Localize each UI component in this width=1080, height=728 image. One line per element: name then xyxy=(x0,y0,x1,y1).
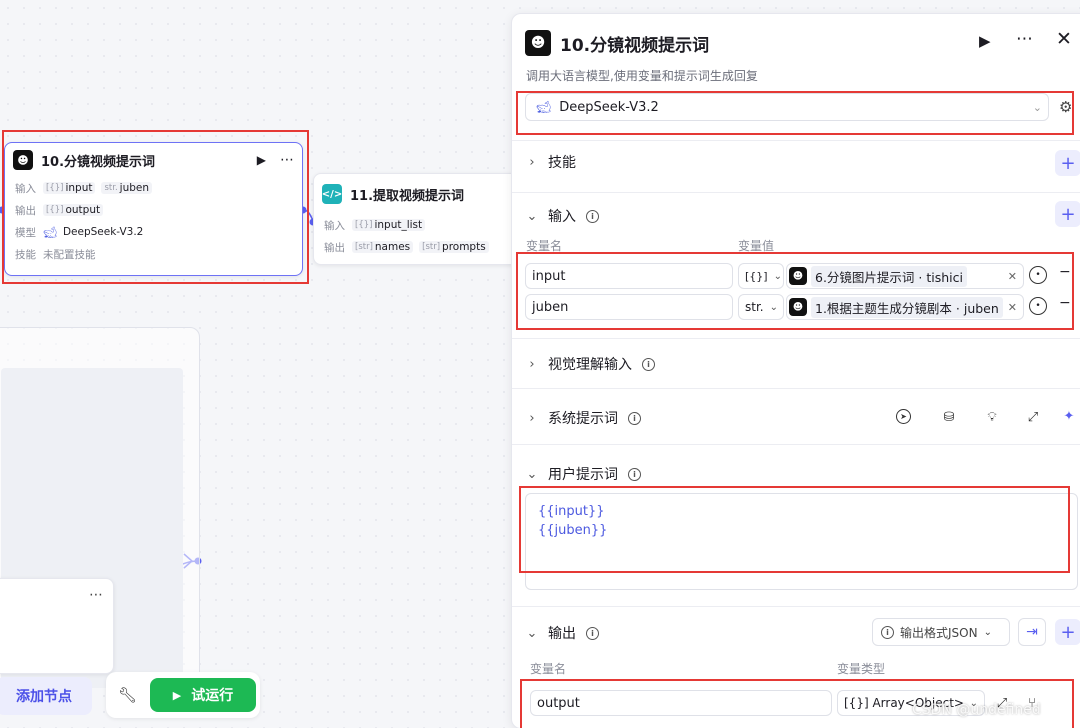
section-system-prompt[interactable]: › 系统提示词 i xyxy=(526,408,641,428)
library-icon[interactable]: ⛁ xyxy=(940,408,958,426)
section-skills[interactable]: › 技能 xyxy=(526,152,576,172)
var-tag: [str] prompts xyxy=(419,241,489,253)
section-output[interactable]: ⌄ 输出 i xyxy=(526,623,599,643)
chevron-down-icon: ⌄ xyxy=(526,625,538,641)
more-icon[interactable]: ⋯ xyxy=(89,587,103,603)
node-11[interactable]: </> 11.提取视频提示词 输入 [{}] input_list 输出 [str… xyxy=(313,173,523,265)
node-title: 11.提取视频提示词 xyxy=(350,188,465,204)
output-format-select[interactable]: i 输出格式JSON ⌄ xyxy=(872,618,1010,646)
section-title: 视觉理解输入 xyxy=(548,357,632,373)
run-icon[interactable]: ▶ xyxy=(979,32,991,50)
expand-icon[interactable]: ⤢ xyxy=(1024,408,1042,426)
chevron-down-icon: ⌄ xyxy=(526,466,538,482)
code-icon: </> xyxy=(322,184,342,204)
divider xyxy=(512,192,1080,193)
highlight-box xyxy=(516,252,1074,330)
chevron-right-icon: › xyxy=(529,410,535,426)
lightbulb-icon[interactable]: 💡︎ xyxy=(983,408,1001,426)
deepseek-logo-icon: ☻ xyxy=(525,30,551,56)
info-icon: i xyxy=(628,411,641,425)
divider xyxy=(512,338,1080,339)
divider xyxy=(512,140,1080,141)
var-tag: [str] names xyxy=(352,241,414,253)
highlight-box xyxy=(2,130,309,284)
wrench-icon[interactable]: 🔧︎ xyxy=(118,686,137,704)
chevron-down-icon: ⌄ xyxy=(526,208,538,224)
node-config-panel: ☻ 10.分镜视频提示词 ▶ ⋯ ✕ 调用大语言模型,使用变量和提示词生成回复 … xyxy=(511,13,1080,728)
test-run-button[interactable]: ▶ 试运行 xyxy=(150,678,256,712)
import-icon[interactable]: ⇥ xyxy=(1018,618,1046,646)
label-input: 输入 xyxy=(324,219,345,232)
chevron-right-icon: › xyxy=(529,154,535,170)
add-skill-button[interactable]: + xyxy=(1055,150,1080,176)
play-icon: ▶ xyxy=(172,688,182,702)
column-header-name: 变量名 xyxy=(530,662,567,676)
info-icon: i xyxy=(628,467,641,481)
section-user-prompt[interactable]: ⌄ 用户提示词 i xyxy=(526,464,641,484)
info-icon: i xyxy=(586,626,599,640)
column-header-type: 变量类型 xyxy=(837,662,886,676)
panel-description: 调用大语言模型,使用变量和提示词生成回复 xyxy=(526,69,758,83)
divider xyxy=(512,606,1080,607)
add-input-button[interactable]: + xyxy=(1055,201,1080,227)
info-icon: i xyxy=(586,209,599,223)
highlight-box xyxy=(519,486,1070,573)
ai-sparkle-icon[interactable]: ✦ xyxy=(1060,407,1078,425)
bottom-node[interactable]: ⋯ xyxy=(0,578,114,674)
test-run-label: 试运行 xyxy=(191,688,234,704)
info-icon: i xyxy=(642,357,655,371)
section-inputs[interactable]: ⌄ 输入 i xyxy=(526,206,599,226)
add-output-button[interactable]: + xyxy=(1055,619,1080,645)
more-icon[interactable]: ⋯ xyxy=(1016,29,1033,49)
info-icon: i xyxy=(881,625,894,639)
watermark: CSDN @undefined xyxy=(912,702,1041,718)
close-icon[interactable]: ✕ xyxy=(1056,28,1072,50)
section-title: 输出 xyxy=(548,626,576,642)
highlight-box xyxy=(516,91,1074,135)
divider xyxy=(512,388,1080,389)
label-output: 输出 xyxy=(324,241,345,254)
section-title: 系统提示词 xyxy=(548,411,618,427)
chevron-right-icon: › xyxy=(529,356,535,372)
output-format-label: 输出格式JSON xyxy=(900,625,978,640)
section-title: 输入 xyxy=(548,209,576,225)
add-node-button[interactable]: 添加节点 xyxy=(0,677,92,715)
section-vision-input[interactable]: › 视觉理解输入 i xyxy=(526,354,655,374)
panel-title: 10.分镜视频提示词 xyxy=(560,36,710,56)
section-title: 用户提示词 xyxy=(548,467,618,483)
var-tag: [{}] input_list xyxy=(352,219,426,231)
compass-icon[interactable]: ➤ xyxy=(896,409,911,424)
divider xyxy=(512,444,1080,445)
section-title: 技能 xyxy=(548,155,576,171)
chevron-down-icon: ⌄ xyxy=(983,626,992,638)
